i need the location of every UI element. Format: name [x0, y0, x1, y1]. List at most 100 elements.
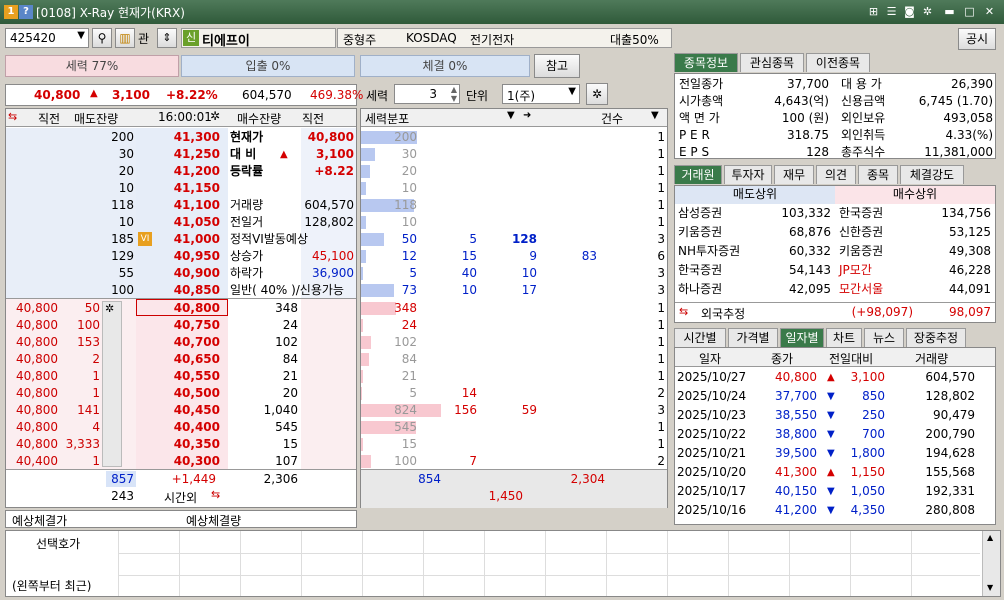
bid-price[interactable]: 40,500 — [138, 385, 220, 402]
stock-code-input[interactable]: 425420 ▼ — [5, 28, 89, 48]
tab-이전종목[interactable]: 이전종목 — [806, 53, 870, 72]
dist-value: 50 — [401, 232, 417, 246]
ask-price[interactable]: 41,150 — [138, 180, 220, 197]
tab-뉴스[interactable]: 뉴스 — [864, 328, 904, 347]
swap-icon[interactable]: ⇆ — [679, 305, 688, 318]
broker-buy-name[interactable]: 신한증권 — [839, 224, 883, 241]
ask-price[interactable]: 41,100 — [138, 197, 220, 214]
reference-button[interactable]: 참고 — [534, 54, 580, 78]
broker-buy-name[interactable]: 모간서울 — [839, 281, 883, 298]
daily-volume: 194,628 — [925, 446, 975, 460]
search-icon: ⚲ — [97, 31, 107, 45]
gear-icon[interactable]: ✲ — [105, 302, 114, 315]
tab-차트[interactable]: 차트 — [826, 328, 862, 347]
gear-icon[interactable]: ✲ — [210, 109, 220, 123]
daily-diff: 1,150 — [850, 465, 885, 479]
bid-price[interactable]: 40,550 — [138, 368, 220, 385]
tab-투자자[interactable]: 투자자 — [724, 165, 772, 184]
vertical-scrollbar[interactable]: ▲ ▼ — [982, 531, 1000, 596]
window-number-icon[interactable]: 1 — [4, 5, 18, 19]
dist-count: 2 — [657, 386, 665, 400]
tab-장중추정[interactable]: 장중추정 — [906, 328, 966, 347]
tab-종목[interactable]: 종목 — [858, 165, 898, 184]
broker-sell-name[interactable]: 하나증권 — [678, 281, 722, 298]
mid-label-r3: 등락률 — [230, 164, 264, 178]
daily-date: 2025/10/17 — [677, 484, 747, 498]
bid-prev-qty: 153 — [77, 335, 100, 349]
broker-sell-name[interactable]: 삼성증권 — [678, 205, 722, 222]
bid-price[interactable]: 40,700 — [138, 334, 220, 351]
link-icon[interactable]: ⊞ — [866, 4, 881, 19]
chevron-down-icon[interactable]: ▼ — [507, 110, 515, 121]
window-title: [0108] X-Ray 현재가(KRX) — [36, 6, 185, 20]
ask-price[interactable]: 40,850 — [138, 282, 220, 299]
broker-buy-name[interactable]: 한국증권 — [839, 205, 883, 222]
stepper-button[interactable]: ⇕ — [157, 28, 177, 48]
header-time: 16:00:01 — [158, 110, 212, 124]
tab-체결강도[interactable]: 체결강도 — [900, 165, 964, 184]
chevron-down-icon[interactable]: ▼ — [651, 110, 659, 121]
bid-price[interactable]: 40,650 — [138, 351, 220, 368]
help-icon[interactable]: ? — [19, 5, 33, 19]
broker-sell-name[interactable]: NH투자증권 — [678, 243, 740, 260]
ask-qty: 118 — [111, 198, 134, 212]
swap-icon[interactable]: ⇆ — [8, 110, 17, 123]
tab-거래원[interactable]: 거래원 — [674, 165, 722, 184]
info-key: E P S — [679, 145, 710, 159]
tab-일자별[interactable]: 일자별 — [780, 328, 824, 347]
bid-price[interactable]: 40,300 — [138, 453, 220, 470]
ask-price[interactable]: 41,200 — [138, 163, 220, 180]
grid-col — [240, 531, 241, 596]
search-button[interactable]: ⚲ — [92, 28, 112, 48]
close-button[interactable]: ✕ — [982, 4, 997, 19]
dist-value-2: 15 — [461, 249, 477, 263]
watch-label[interactable]: 관 — [138, 30, 149, 47]
broker-buy-name[interactable]: JP모간 — [839, 262, 872, 279]
down-arrow-icon: ▼ — [827, 410, 835, 421]
ask-price[interactable]: 40,950 — [138, 248, 220, 265]
tab-종목정보[interactable]: 종목정보 — [674, 53, 738, 72]
chevron-down-icon[interactable]: ▼ — [77, 30, 85, 41]
ask-price[interactable]: 40,900 — [138, 265, 220, 282]
camera-icon[interactable]: ◙ — [902, 4, 917, 19]
list-icon[interactable]: ☰ — [884, 4, 899, 19]
header-prev: 직전 — [38, 112, 61, 126]
bid-price[interactable]: 40,750 — [138, 317, 220, 334]
ask-price[interactable]: 41,050 — [138, 214, 220, 231]
tab-관심종목[interactable]: 관심종목 — [740, 53, 804, 72]
broker-sell-name[interactable]: 키움증권 — [678, 224, 722, 241]
disclosure-button[interactable]: 공시 — [958, 28, 996, 50]
maximize-button[interactable]: □ — [962, 4, 977, 19]
unit-select[interactable]: 1(주) ▼ — [502, 84, 580, 104]
ask-price[interactable]: 41,300 — [138, 129, 220, 146]
info-value: 4.33(%) — [945, 128, 993, 142]
grid-col — [606, 531, 607, 596]
bid-price[interactable]: 40,450 — [138, 402, 220, 419]
dist-count: 3 — [657, 283, 665, 297]
vertical-scrollbar[interactable]: ✲ — [102, 301, 122, 467]
spin-icon[interactable]: ▲ ▼ — [451, 85, 457, 103]
calendar-icon: ▥ — [119, 31, 131, 45]
arrow-right-icon[interactable]: ➜ — [523, 110, 531, 121]
ask-price[interactable]: 41,250 — [138, 146, 220, 163]
chegyul-ratio: 체결 0% — [360, 55, 530, 77]
broker-buy-name[interactable]: 키움증권 — [839, 243, 883, 260]
bid-price[interactable]: 40,350 — [138, 436, 220, 453]
bid-price[interactable]: 40,400 — [138, 419, 220, 436]
bid-prev-price: 40,800 — [16, 352, 58, 366]
tab-재무[interactable]: 재무 — [774, 165, 814, 184]
minimize-button[interactable]: ▬ — [942, 4, 957, 19]
settings-button[interactable]: ✲ — [586, 83, 608, 105]
broker-buy-qty: 44,091 — [949, 282, 991, 296]
sector: 전기전자 — [470, 33, 515, 47]
tab-시간별[interactable]: 시간별 — [674, 328, 726, 347]
calendar-button[interactable]: ▥ — [115, 28, 135, 48]
tab-의견[interactable]: 의견 — [816, 165, 856, 184]
tab-가격별[interactable]: 가격별 — [728, 328, 778, 347]
settings-icon[interactable]: ✲ — [920, 4, 935, 19]
info-value: 11,381,000 — [924, 145, 993, 159]
bid-prev-price: 40,800 — [16, 386, 58, 400]
seryuk-stepper[interactable]: 3 ▲ ▼ — [394, 84, 460, 104]
broker-sell-name[interactable]: 한국증권 — [678, 262, 722, 279]
swap-icon[interactable]: ⇆ — [211, 488, 220, 501]
